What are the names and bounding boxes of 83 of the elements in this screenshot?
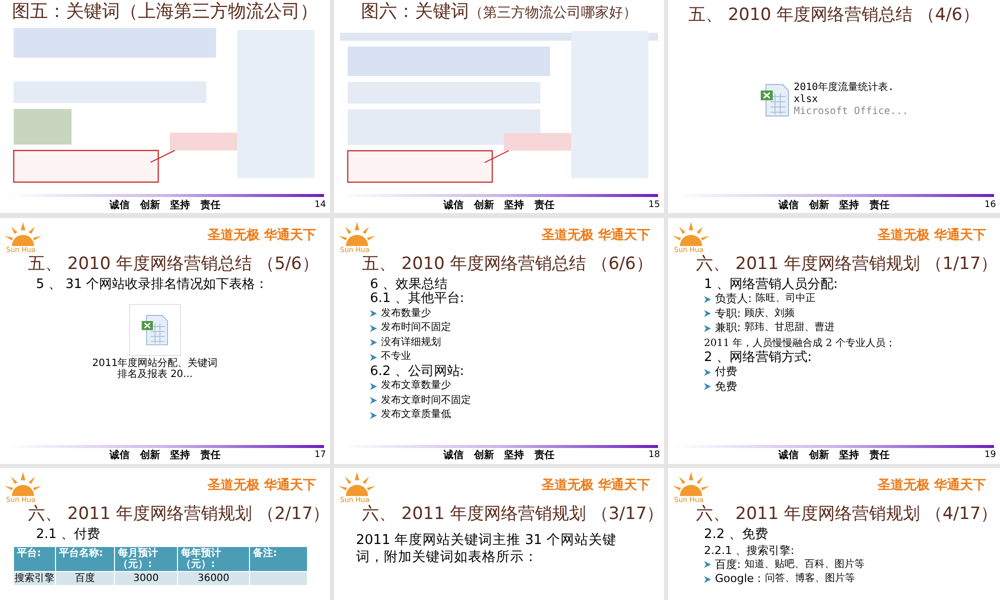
sun-logo-icon: [336, 472, 378, 496]
spreadsheet-file-icon: [760, 82, 790, 118]
slide-paragraph: 2011 年度网站关键词主推 31 个网站关键词，附加关键词如表格所示：: [356, 532, 618, 566]
table-cell: 3000: [115, 570, 178, 584]
slogan: 圣道无极 华通天下: [877, 228, 986, 244]
slide-heading: 5 、 31 个网站收录排名情况如下表格：: [36, 278, 270, 292]
slide-heading: 6.1 、其他平台:: [370, 292, 466, 306]
bullet-text: 不专业: [381, 350, 411, 364]
bullet-text: 顾庆、刘频: [744, 306, 795, 320]
bullet-label: 百度:: [715, 558, 741, 572]
attachment-label: xlsx: [794, 94, 819, 106]
sun-logo-icon: [336, 222, 378, 246]
bullet-label: Google :: [715, 572, 761, 586]
slide-thumbnail[interactable]: 图五：关键词（上海第三方物流公司） 诚信 创新 坚持 责任 14: [0, 0, 330, 213]
bullet-text: 陈旺、司中正: [756, 292, 816, 306]
slide-title: 五、 2010 年度网络营销总结 （4/6）: [688, 4, 980, 26]
slide-thumbnail[interactable]: 五、 2010 年度网络营销总结 （4/6） 2010年度流量统计表. xlsx Microsoft Office... 诚信 创新 坚持 责任 16: [668, 0, 1000, 213]
footer-motto: 诚信 创新 坚持 责任: [109, 200, 221, 212]
footer-motto: 诚信 创新 坚持 责任: [443, 200, 555, 212]
sun-logo-icon: [670, 472, 712, 496]
bullet-text: 知道、贴吧、百科、图片等: [744, 558, 865, 572]
footer-motto: 诚信 创新 坚持 责任: [443, 450, 555, 462]
sun-logo-icon: [2, 222, 44, 246]
slide-title: 六、 2011 年度网络营销规划 （4/17）: [695, 504, 999, 524]
slogan: 圣道无极 华通天下: [877, 478, 986, 495]
bullet-text: 郭玮、甘思甜、曹进: [744, 321, 835, 335]
page-number: 17: [314, 449, 327, 462]
slide-title: 图五：关键词（上海第三方物流公司）: [11, 0, 319, 24]
slide-heading: 6.2 、公司网站:: [370, 364, 466, 379]
table-header-cell: 每年预计（元）:: [178, 546, 250, 570]
slide-heading: 2.2 、免费: [704, 528, 769, 542]
slide-heading: 2 、网络营销方式:: [704, 350, 813, 365]
bullet-text: 发布文章时间不固定: [381, 394, 471, 408]
slide-title: 六、 2011 年度网络营销规划 （1/17）: [695, 254, 999, 274]
slide-title: 六、 2011 年度网络营销规划 （3/17）: [361, 504, 664, 524]
table-cell: [250, 570, 308, 584]
slide-thumbnail[interactable]: 图六：关键词（第三方物流公司哪家好） 诚信 创新 坚持 责任 15: [334, 0, 664, 213]
bullet-text: 发布文章数量少: [381, 379, 451, 393]
bullet-label: 付费: [715, 365, 737, 380]
file-tile[interactable]: [129, 304, 181, 356]
page-number: 19: [984, 449, 997, 462]
footer-motto: 诚信 创新 坚持 责任: [109, 450, 221, 462]
page-number: 18: [648, 449, 661, 462]
attachment-label: 2011年度网站分配、关键词排名及报表 20...: [91, 358, 219, 380]
sun-logo-icon: [670, 222, 712, 246]
table-cell: 36000: [178, 570, 250, 584]
slogan: 圣道无极 华通天下: [541, 228, 650, 244]
spreadsheet-file-icon: [141, 314, 169, 346]
slogan: 圣道无极 华通天下: [207, 478, 316, 495]
slogan: 圣道无极 华通天下: [541, 478, 650, 495]
slide-title: 图六：关键词（第三方物流公司哪家好）: [360, 0, 638, 24]
table-cell: 百度: [56, 570, 115, 584]
bullet-label: 负责人:: [715, 292, 752, 306]
slide-heading: 6 、效果总结: [370, 278, 448, 292]
footer-motto: 诚信 创新 坚持 责任: [778, 200, 890, 212]
attachment-label: 2010年度流量统计表.: [794, 82, 895, 94]
slide-heading: 2.1 、付费: [36, 528, 101, 542]
attachment-label: Microsoft Office...: [794, 106, 908, 118]
table-header-cell: 每月预计（元）:: [115, 546, 178, 570]
bullet-label: 兼职:: [715, 321, 741, 336]
slide-title: 六、 2011 年度网络营销规划 （2/17）: [27, 504, 330, 524]
slide-paragraph: 2011 年，人员慢慢融合成 2 个专业人员；: [704, 336, 896, 350]
table-header-cell: 平台:: [14, 546, 56, 570]
bullet-label: 专职:: [715, 306, 741, 321]
slide-title: 五、 2010 年度网络营销总结 （6/6）: [361, 254, 654, 274]
bullet-text: 问答、博客、图片等: [765, 572, 855, 586]
bullet-text: 没有详细规划: [381, 336, 441, 350]
slogan: 圣道无极 华通天下: [207, 228, 316, 244]
page-number: 15: [648, 198, 661, 212]
slide-heading: 1 、网络营销人员分配:: [704, 278, 839, 292]
sun-logo-icon: [2, 472, 44, 496]
bullet-text: 发布时间不固定: [381, 321, 451, 335]
table-cell: 搜索引擎: [14, 570, 56, 584]
bullet-label: 免费: [715, 380, 737, 394]
table-header-cell: 平台名称:: [56, 546, 115, 570]
page-number: 16: [984, 198, 997, 212]
slide-title: 五、 2010 年度网络营销总结 （5/6）: [27, 254, 320, 274]
slide-subheading: 2.2.1 、搜索引擎:: [704, 542, 796, 558]
footer-motto: 诚信 创新 坚持 责任: [778, 450, 890, 462]
bullet-text: 发布文章质量低: [381, 408, 451, 422]
page-number: 14: [314, 198, 327, 212]
bullet-text: 发布数量少: [381, 306, 431, 320]
table-header-cell: 备注:: [250, 546, 308, 570]
